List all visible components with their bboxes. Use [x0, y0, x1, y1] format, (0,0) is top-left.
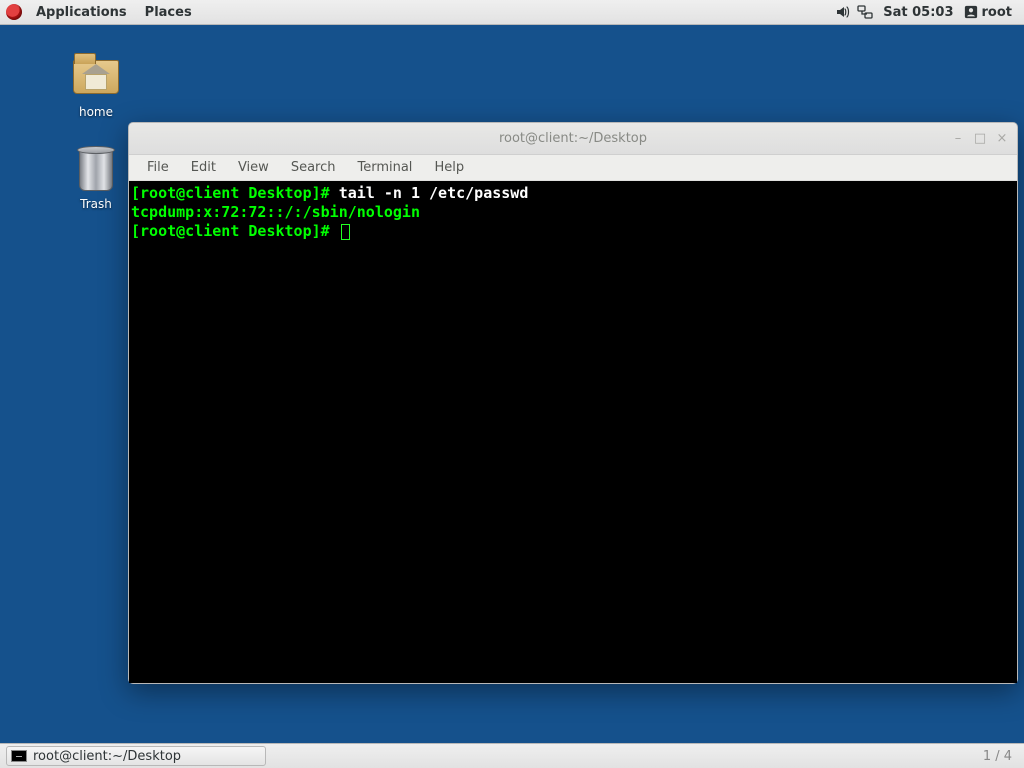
desktop-icon-label: home: [56, 105, 136, 119]
menu-edit[interactable]: Edit: [181, 157, 226, 178]
minimize-button[interactable]: –: [949, 130, 967, 148]
menu-terminal[interactable]: Terminal: [347, 157, 422, 178]
top-panel: Applications Places Sat 05:03 root: [0, 0, 1024, 25]
menu-search[interactable]: Search: [281, 157, 346, 178]
maximize-button[interactable]: □: [971, 130, 989, 148]
desktop-icon-home[interactable]: home: [56, 53, 136, 119]
menu-view[interactable]: View: [228, 157, 279, 178]
term-command: tail -n 1 /etc/passwd: [339, 184, 529, 202]
network-icon[interactable]: [855, 2, 875, 22]
desktop-icon-trash[interactable]: Trash: [56, 145, 136, 211]
terminal-content[interactable]: [root@client Desktop]# tail -n 1 /etc/pa…: [129, 181, 1017, 683]
terminal-cursor: [341, 224, 350, 240]
trash-icon: [72, 145, 120, 193]
terminal-window: root@client:~/Desktop – □ × File Edit Vi…: [128, 122, 1018, 684]
volume-icon[interactable]: [833, 2, 853, 22]
menu-file[interactable]: File: [137, 157, 179, 178]
top-panel-left: Applications Places: [6, 2, 200, 23]
desktop[interactable]: home Trash root@client:~/Desktop – □ × F…: [0, 25, 1024, 743]
term-prompt: [root@client Desktop]#: [131, 222, 339, 240]
menu-help[interactable]: Help: [424, 157, 474, 178]
window-controls: – □ ×: [949, 130, 1011, 148]
user-badge-icon: [964, 5, 978, 19]
window-title: root@client:~/Desktop: [129, 131, 1017, 146]
close-button[interactable]: ×: [993, 130, 1011, 148]
window-menubar: File Edit View Search Terminal Help: [129, 155, 1017, 181]
bottom-panel: root@client:~/Desktop: [0, 743, 1024, 768]
user-menu[interactable]: root: [962, 5, 1019, 20]
taskbar-entry-label: root@client:~/Desktop: [33, 749, 181, 764]
clock[interactable]: Sat 05:03: [877, 5, 959, 20]
terminal-app-icon: [11, 750, 27, 762]
places-menu[interactable]: Places: [137, 2, 200, 23]
window-titlebar[interactable]: root@client:~/Desktop – □ ×: [129, 123, 1017, 155]
applications-menu[interactable]: Applications: [28, 2, 135, 23]
top-panel-right: Sat 05:03 root: [833, 2, 1018, 22]
page-indicator: 1 / 4: [983, 749, 1012, 764]
home-folder-icon: [72, 53, 120, 101]
distro-logo-icon[interactable]: [6, 4, 22, 20]
desktop-icon-label: Trash: [56, 197, 136, 211]
term-prompt: [root@client Desktop]#: [131, 184, 339, 202]
user-name: root: [982, 5, 1013, 20]
taskbar-entry-terminal[interactable]: root@client:~/Desktop: [6, 746, 266, 766]
term-output: tcpdump:x:72:72::/:/sbin/nologin: [131, 203, 420, 221]
